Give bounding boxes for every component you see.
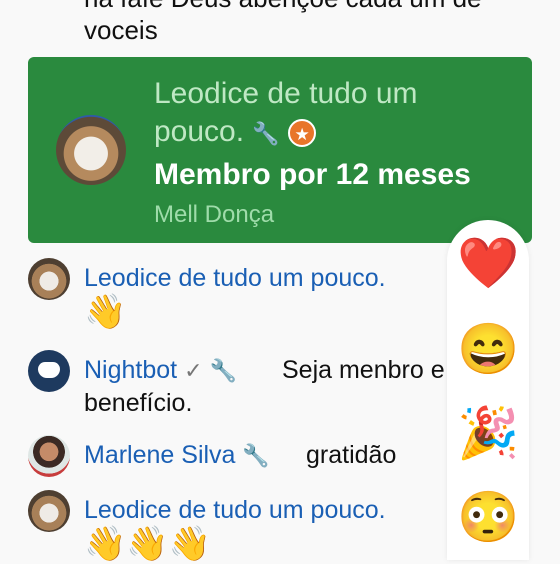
author-name: Marlene Silva — [84, 441, 236, 469]
message-author[interactable]: Leodice de tudo um pouco. — [84, 496, 386, 525]
wrench-icon: 🔧 — [209, 358, 237, 383]
wrench-icon: 🔧 — [242, 443, 270, 468]
reaction-panel: ❤️ 😄 🎉 😳 — [447, 220, 529, 560]
membership-duration: Membro por 12 meses — [154, 158, 471, 191]
message-author[interactable]: Marlene Silva 🔧 — [84, 441, 270, 470]
message-author[interactable]: Leodice de tudo um pouco. — [84, 264, 386, 293]
member-avatar — [56, 115, 126, 185]
nightbot-avatar[interactable] — [28, 350, 70, 392]
top-message-text: na fafé Deus abençoe cada um de voceis — [84, 0, 482, 45]
message-text: Seja menbro e — [282, 356, 445, 384]
membership-card[interactable]: Leodice de tudo um pouco. 🔧 ★ Membro por… — [28, 57, 532, 243]
waving-hand-icon: 👋 — [84, 293, 127, 331]
party-reaction-icon[interactable]: 🎉 — [457, 402, 519, 464]
flushed-reaction-icon[interactable]: 😳 — [457, 486, 519, 548]
marlene-avatar[interactable] — [28, 435, 70, 477]
membership-card-title-text: Leodice de tudo um pouco. — [154, 77, 418, 148]
author-name: Nightbot — [84, 356, 178, 384]
verified-check-icon: ✓ — [184, 358, 203, 383]
waving-hand-icons: 👋👋👋 — [84, 525, 212, 563]
message-text: gratidão — [306, 441, 397, 469]
member-name: Mell Donça — [154, 201, 275, 228]
message-text-line2: benefício. — [84, 389, 193, 417]
moderator-badge-icon: ★ — [288, 119, 317, 148]
message-author[interactable]: Nightbot ✓ 🔧 — [84, 356, 237, 385]
heart-reaction-icon[interactable]: ❤️ — [457, 232, 519, 294]
dog-avatar[interactable] — [28, 490, 70, 532]
wrench-icon: 🔧 — [252, 121, 280, 146]
smile-reaction-icon[interactable]: 😄 — [457, 318, 519, 380]
membership-card-title: Leodice de tudo um pouco. 🔧 ★ — [154, 75, 484, 153]
dog-avatar[interactable] — [28, 258, 70, 300]
